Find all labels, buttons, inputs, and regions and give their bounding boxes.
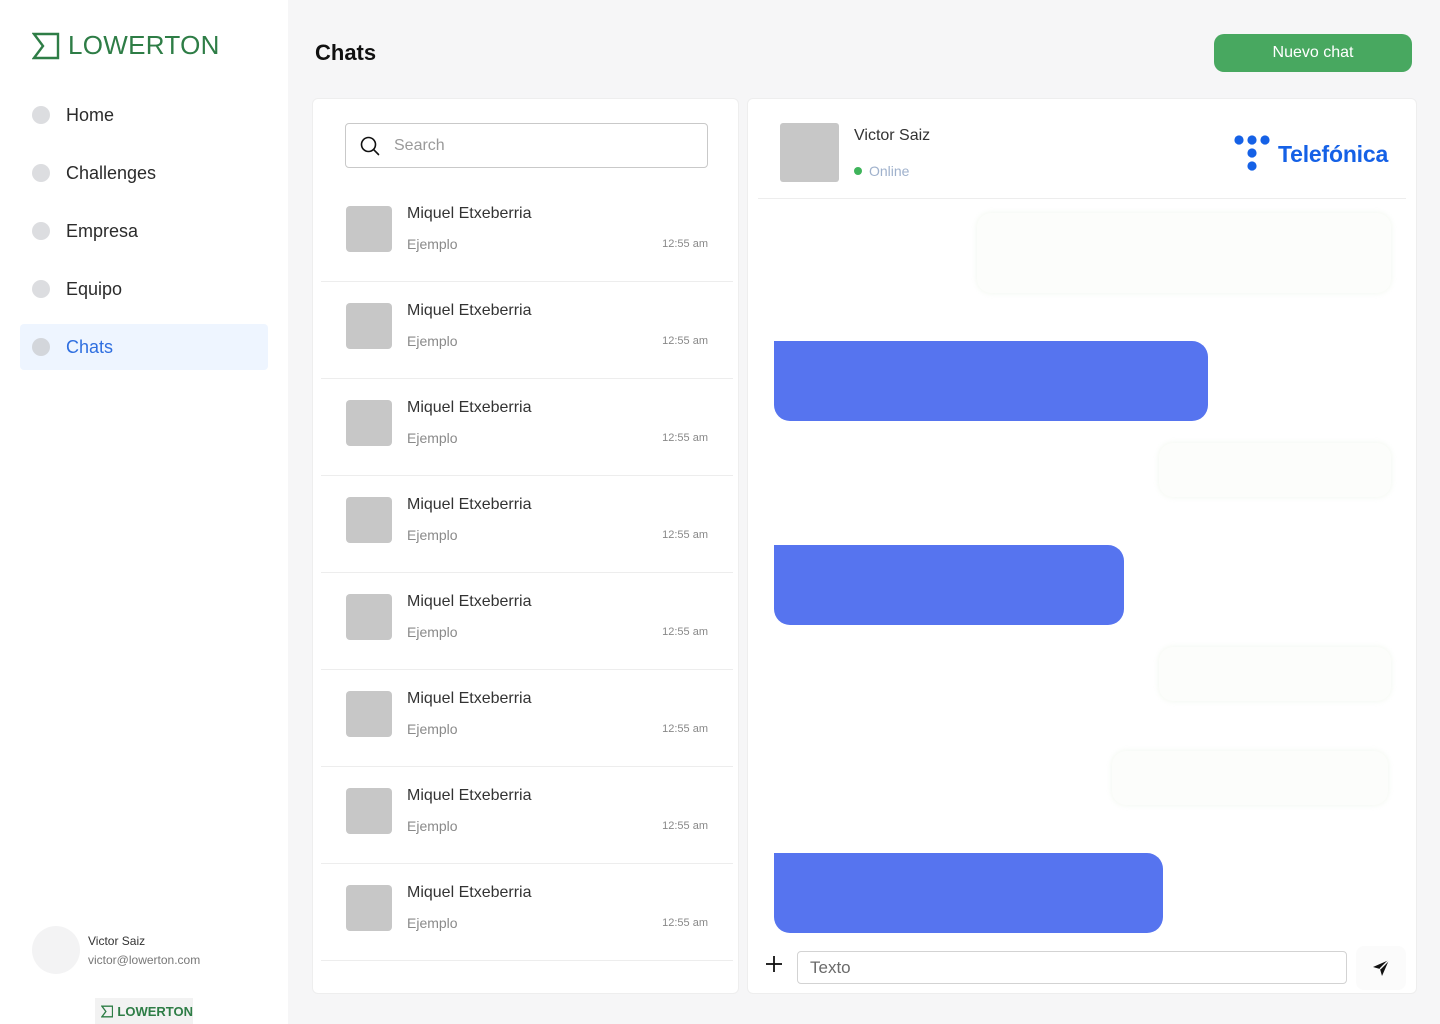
online-dot-icon <box>854 167 862 175</box>
chat-contact-name: Miquel Etxeberria <box>407 205 532 222</box>
sidebar-item-label: Chats <box>66 336 114 357</box>
chat-contact-name: Miquel Etxeberria <box>407 593 532 610</box>
sidebar-item-chats[interactable]: Chats <box>20 324 268 370</box>
avatar <box>32 926 80 974</box>
sidebar-item-label: Home <box>66 104 115 125</box>
chat-time: 12:55 am <box>662 917 708 929</box>
chat-time: 12:55 am <box>662 335 708 347</box>
list-item[interactable]: Miquel Etxeberria Ejemplo 12:55 am <box>321 185 733 282</box>
avatar <box>346 788 392 834</box>
chat-time: 12:55 am <box>662 238 708 250</box>
chat-contact-name: Miquel Etxeberria <box>407 884 532 901</box>
chat-time: 12:55 am <box>662 432 708 444</box>
chat-time: 12:55 am <box>662 529 708 541</box>
footer-brand: LOWERTON <box>95 998 193 1024</box>
chat-contact-name: Miquel Etxeberria <box>407 302 532 319</box>
send-button[interactable] <box>1356 946 1406 990</box>
plus-icon[interactable] <box>764 954 784 974</box>
send-icon <box>1373 959 1390 976</box>
chat-snippet: Ejemplo <box>407 236 458 252</box>
list-item[interactable]: Miquel Etxeberria Ejemplo 12:55 am <box>321 767 733 864</box>
footer-brand-name: LOWERTON <box>117 1003 193 1019</box>
avatar <box>346 400 392 446</box>
company-logo: Telefónica <box>1234 135 1388 173</box>
chats-icon <box>32 338 50 356</box>
lowerton-logo-icon <box>32 32 60 59</box>
list-item[interactable]: Miquel Etxeberria Ejemplo 12:55 am <box>321 670 733 767</box>
chat-list: Miquel Etxeberria Ejemplo 12:55 am Mique… <box>321 185 733 961</box>
chat-contact-name: Miquel Etxeberria <box>407 399 532 416</box>
equipo-icon <box>32 280 50 298</box>
sidebar-nav: Home Challenges Empresa Equipo Chats <box>20 92 268 382</box>
avatar <box>346 691 392 737</box>
avatar <box>346 594 392 640</box>
list-item[interactable]: Miquel Etxeberria Ejemplo 12:55 am <box>321 282 733 379</box>
chat-list-panel: Miquel Etxeberria Ejemplo 12:55 am Mique… <box>312 98 739 994</box>
chat-snippet: Ejemplo <box>407 333 458 349</box>
chat-snippet: Ejemplo <box>407 430 458 446</box>
incoming-message-bubble <box>1159 647 1391 701</box>
challenges-icon <box>32 164 50 182</box>
sidebar: LOWERTON Home Challenges Empresa Equipo … <box>0 0 288 1024</box>
new-chat-button[interactable]: Nuevo chat <box>1214 34 1412 72</box>
conversation-header: Victor Saiz Online Telefónica <box>758 99 1406 199</box>
contact-name: Victor Saiz <box>854 127 931 144</box>
chat-time: 12:55 am <box>662 723 708 735</box>
outgoing-message-bubble <box>774 341 1208 421</box>
conversation-panel: Victor Saiz Online Telefónica <box>747 98 1417 994</box>
sidebar-item-label: Empresa <box>66 220 139 241</box>
list-item[interactable]: Miquel Etxeberria Ejemplo 12:55 am <box>321 476 733 573</box>
search-box[interactable] <box>345 123 708 168</box>
chat-contact-name: Miquel Etxeberria <box>407 787 532 804</box>
list-item[interactable]: Miquel Etxeberria Ejemplo 12:55 am <box>321 864 733 961</box>
empresa-icon <box>32 222 50 240</box>
avatar <box>346 885 392 931</box>
sidebar-item-label: Equipo <box>66 278 123 299</box>
chat-snippet: Ejemplo <box>407 915 458 931</box>
list-item[interactable]: Miquel Etxeberria Ejemplo 12:55 am <box>321 379 733 476</box>
user-profile[interactable]: Victor Saiz victor@lowerton.com <box>32 926 200 974</box>
home-icon <box>32 106 50 124</box>
chat-contact-name: Miquel Etxeberria <box>407 496 532 513</box>
outgoing-message-bubble <box>774 545 1124 625</box>
user-name: Victor Saiz <box>88 933 146 948</box>
outgoing-message-bubble <box>774 853 1163 933</box>
company-name: Telefónica <box>1278 140 1389 167</box>
status-indicator: Online <box>854 163 909 179</box>
search-input[interactable] <box>394 136 694 155</box>
sidebar-item-equipo[interactable]: Equipo <box>20 266 268 312</box>
chat-snippet: Ejemplo <box>407 721 458 737</box>
avatar <box>780 123 839 182</box>
chat-snippet: Ejemplo <box>407 624 458 640</box>
incoming-message-bubble <box>1159 443 1391 497</box>
sidebar-item-empresa[interactable]: Empresa <box>20 208 268 254</box>
user-email: victor@lowerton.com <box>88 952 201 967</box>
incoming-message-bubble <box>1112 751 1388 805</box>
lowerton-logo-icon <box>101 1005 114 1017</box>
chat-snippet: Ejemplo <box>407 527 458 543</box>
message-input[interactable] <box>797 951 1347 984</box>
sidebar-item-home[interactable]: Home <box>20 92 268 138</box>
telefonica-logo-icon <box>1234 135 1270 171</box>
sidebar-item-label: Challenges <box>66 162 157 183</box>
chat-time: 12:55 am <box>662 626 708 638</box>
chat-contact-name: Miquel Etxeberria <box>407 690 532 707</box>
avatar <box>346 497 392 543</box>
message-composer <box>748 943 1416 993</box>
search-icon <box>360 136 380 155</box>
chat-time: 12:55 am <box>662 820 708 832</box>
status-text: Online <box>869 163 910 179</box>
page-title: Chats <box>315 40 377 65</box>
list-item[interactable]: Miquel Etxeberria Ejemplo 12:55 am <box>321 573 733 670</box>
sidebar-item-challenges[interactable]: Challenges <box>20 150 268 196</box>
avatar <box>346 206 392 252</box>
brand-logo[interactable]: LOWERTON <box>32 30 220 61</box>
avatar <box>346 303 392 349</box>
chat-snippet: Ejemplo <box>407 818 458 834</box>
incoming-message-bubble <box>977 213 1391 293</box>
brand-name: LOWERTON <box>68 30 220 60</box>
